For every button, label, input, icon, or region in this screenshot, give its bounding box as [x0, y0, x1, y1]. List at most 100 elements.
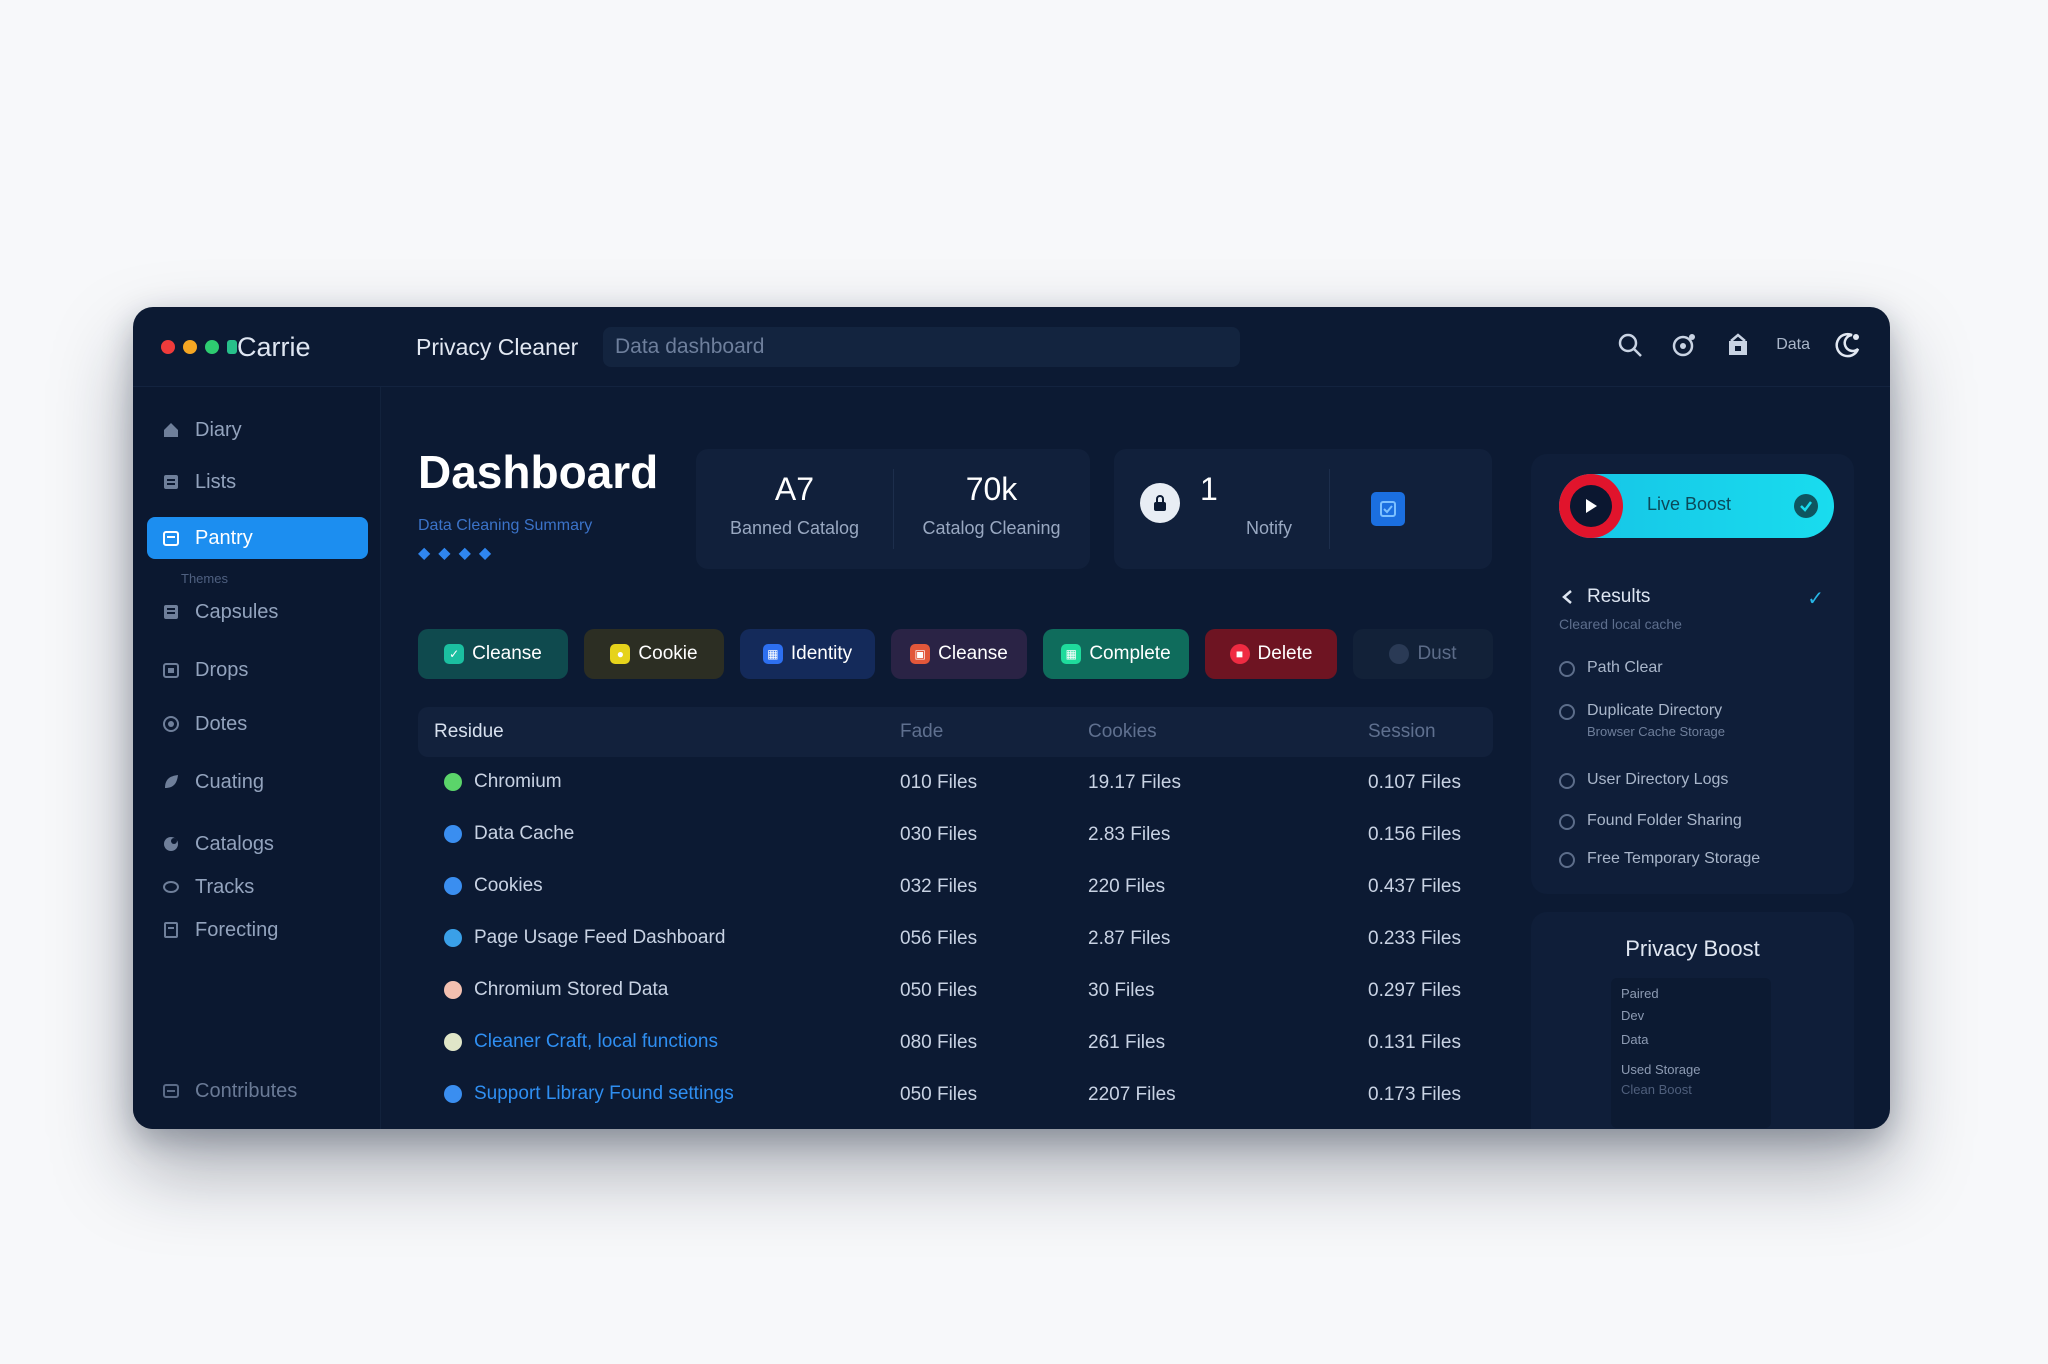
sidebar-footer-item[interactable]: Contributes [147, 1070, 368, 1112]
maximize-window-button[interactable] [205, 340, 219, 354]
table-body: Chromium 010 Files 19.17 Files 0.107 Files D… [418, 757, 1493, 1121]
notify-card[interactable]: 1 Notify [1114, 449, 1492, 569]
chip-cleanse[interactable]: ✓ Cleanse [418, 629, 568, 679]
row-status-icon [444, 877, 462, 895]
stat-value: 1 [1200, 471, 1218, 507]
column-header-cookies[interactable]: Cookies [1088, 721, 1157, 743]
cookie-icon: ● [610, 644, 631, 664]
chip-cookie[interactable]: ● Cookie [584, 629, 724, 679]
sidebar-item-catalogs[interactable]: Catalogs [147, 823, 368, 865]
check-icon: ✓ [1807, 588, 1824, 610]
sidebar-item-label: Capsules [195, 600, 279, 623]
sidebar-item-forecting[interactable]: Forecting [147, 909, 368, 951]
row-fade: 080 Files [900, 1032, 978, 1053]
row-session: 0.156 Files [1368, 824, 1461, 845]
chip-delete[interactable]: ■ Delete [1205, 629, 1337, 679]
list-item[interactable]: Path Clear [1559, 659, 1663, 677]
search-icon[interactable] [1614, 329, 1646, 361]
table-row[interactable]: Support Library Found settings 050 Files 2… [418, 1069, 1493, 1121]
sidebar-item-tracks[interactable]: Tracks [147, 866, 368, 908]
stat-label: Notify [1245, 518, 1292, 538]
sidebar-footer-label: Contributes [195, 1079, 298, 1102]
cta-label: Live Boost [1647, 494, 1732, 514]
app-window: Carrie Privacy Cleaner Data Diary [133, 307, 1890, 1129]
chip-dust[interactable]: Dust [1353, 629, 1493, 679]
sidebar-item-capsules[interactable]: Capsules [147, 591, 368, 633]
stat-label: Catalog Cleaning [922, 518, 1061, 538]
calendar-icon [161, 528, 181, 548]
sidebar-item-cuating[interactable]: Cuating [147, 761, 368, 803]
stat-value: 70k [965, 471, 1018, 507]
table-row[interactable]: Page Usage Feed Dashboard 056 Files 2.87 F… [418, 913, 1493, 965]
row-session: 0.297 Files [1368, 980, 1461, 1001]
link-icon [1559, 814, 1575, 830]
row-cookies: 19.17 Files [1088, 772, 1181, 793]
sidebar-item-label: Tracks [195, 875, 255, 898]
column-header-fade[interactable]: Fade [900, 721, 943, 743]
row-cookies: 2207 Files [1088, 1084, 1176, 1105]
list-item-title: Path Clear [1587, 659, 1663, 676]
leaf-icon [161, 772, 181, 792]
app-logo-dot [227, 340, 237, 354]
row-cookies: 220 Files [1088, 876, 1166, 897]
row-status-icon [444, 825, 462, 843]
table-row[interactable]: Cleaner Craft, local functions 080 Files 2… [418, 1017, 1493, 1069]
sidebar-item-diary[interactable]: Diary [147, 409, 368, 451]
search-input[interactable] [603, 327, 1240, 367]
list-item[interactable]: Duplicate Directory Browser Cache Storage [1559, 702, 1725, 739]
row-session: 0.173 Files [1368, 1084, 1461, 1105]
minimize-window-button[interactable] [183, 340, 197, 354]
clock-icon [1559, 704, 1575, 720]
data-table: Residue Fade Cookies Session Chromium 010… [418, 707, 1493, 1121]
trash-icon: ▣ [910, 644, 931, 664]
user-label[interactable]: Data [1776, 336, 1810, 354]
table-row[interactable]: Chromium Stored Data 050 Files 30 Files 0.2… [418, 965, 1493, 1017]
breadcrumb[interactable]: Privacy Cleaner [416, 334, 578, 361]
chip-identity[interactable]: ▦ Identity [740, 629, 875, 679]
stat-notify: 1 Notify [1174, 449, 1364, 569]
list-item[interactable]: Free Temporary Storage [1559, 850, 1760, 868]
row-status-icon [444, 981, 462, 999]
sidebar-item-dotes[interactable]: Dotes [147, 703, 368, 745]
row-status-icon [444, 1085, 462, 1103]
results-panel: Live Boost Results Cleared local cache ✓… [1531, 454, 1854, 894]
list-item[interactable]: Found Folder Sharing [1559, 812, 1742, 830]
dot-icon [161, 714, 181, 734]
list-item-title: Found Folder Sharing [1587, 812, 1742, 829]
row-fade: 050 Files [900, 980, 978, 1001]
row-cookies: 261 Files [1088, 1032, 1166, 1053]
table-row[interactable]: Cookies 032 Files 220 Files 0.437 Files [418, 861, 1493, 913]
results-heading-label: Results [1587, 586, 1651, 607]
stat-banned: A7 Banned Catalog [696, 449, 893, 569]
store-icon[interactable] [1722, 329, 1754, 361]
sidebar-item-drops[interactable]: Drops [147, 649, 368, 691]
doc-icon [161, 920, 181, 940]
chip-label: Identity [790, 643, 853, 664]
live-boost-button[interactable]: Live Boost [1559, 474, 1834, 538]
back-icon [1562, 590, 1572, 604]
row-name-text: Cookies [474, 875, 543, 896]
close-window-button[interactable] [161, 340, 175, 354]
refresh-icon[interactable] [1668, 329, 1700, 361]
page-title: Dashboard [418, 446, 659, 498]
moon-icon[interactable] [1832, 329, 1864, 361]
table-row[interactable]: Data Cache 030 Files 2.83 Files 0.156 Files [418, 809, 1493, 861]
main-content: Dashboard Data Cleaning Summary ◆◆◆◆ A7 … [381, 387, 1626, 1129]
sidebar-item-lists[interactable]: Lists [147, 461, 368, 503]
clock-icon [1559, 661, 1575, 677]
table-row[interactable]: Chromium 010 Files 19.17 Files 0.107 Files [418, 757, 1493, 809]
sidebar-item-label: Dotes [195, 712, 248, 735]
toolbar-icons: Data [1614, 329, 1864, 361]
app-title: Carrie [237, 332, 311, 362]
column-header-session[interactable]: Session [1368, 721, 1436, 743]
list-item[interactable]: User Directory Logs [1559, 771, 1728, 789]
chip-complete[interactable]: ▦ Complete [1043, 629, 1189, 679]
chip-cleanse-2[interactable]: ▣ Cleanse [891, 629, 1027, 679]
checkbox-icon[interactable] [1371, 492, 1405, 526]
column-header-residue[interactable]: Residue [434, 721, 504, 743]
circle-icon [161, 834, 181, 854]
stat-label: Banned Catalog [729, 518, 860, 538]
results-heading[interactable]: Results [1559, 586, 1650, 608]
stop-icon: ■ [1229, 644, 1250, 664]
sidebar-item-pantry[interactable]: Pantry [147, 517, 368, 559]
